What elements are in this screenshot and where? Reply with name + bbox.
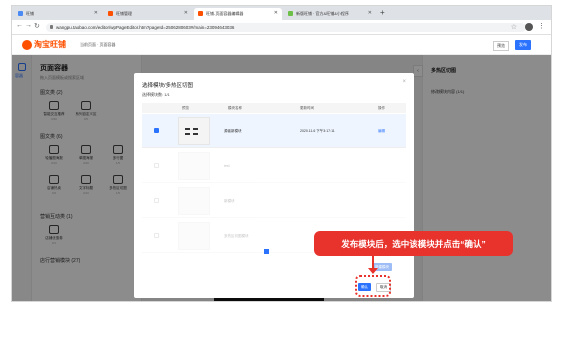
module-thumbnail (178, 187, 210, 215)
selected-count: 选择模块数: 1/1 (142, 92, 170, 97)
address-bar: ← → ↻ wangpu.taobao.com/editor/wpPageEdi… (12, 20, 551, 35)
tab-strip: 旺铺 ✕ 旺铺管理 ✕ 旺铺-页面容器编辑器 ✕ 新版旺铺 · 官方&旺铺&小程… (12, 6, 551, 20)
module-time: 2020.11.6 下午3:17:11 (300, 129, 335, 133)
row-checkbox[interactable] (154, 198, 159, 203)
annotation-highlight-box (355, 275, 391, 297)
browser-window: 旺铺 ✕ 旺铺管理 ✕ 旺铺-页面容器编辑器 ✕ 新版旺铺 · 官方&旺铺&小程… (11, 5, 552, 302)
edit-link[interactable]: 编辑 (378, 129, 385, 134)
close-icon[interactable]: ✕ (94, 10, 98, 16)
table-row[interactable]: 源者新模块 2020.11.6 下午3:17:11 编辑 (142, 114, 406, 148)
menu-kebab-icon[interactable]: ⋮ (538, 22, 545, 30)
tab-label: 新版旺铺 · 官方&旺铺&小程序 (296, 11, 349, 16)
url-text: wangpu.taobao.com/editor/wpPageEditor.ht… (56, 25, 235, 30)
pagination-current[interactable] (264, 249, 269, 254)
module-thumbnail (178, 152, 210, 180)
close-icon[interactable]: ✕ (274, 10, 278, 16)
table-header: 预览 模块名称 更新时间 操作 (142, 103, 406, 113)
logo: 淘宝旺铺 (22, 39, 66, 50)
tab-label: 旺铺管理 (116, 11, 132, 16)
tab-label: 旺铺 (26, 11, 34, 16)
forward-icon[interactable]: → (25, 22, 32, 29)
preview-button[interactable]: 预览 (493, 41, 509, 51)
browser-tab-2[interactable]: 旺铺管理 ✕ (104, 8, 192, 20)
module-name: 多热区切图模块 (224, 234, 249, 238)
table-row[interactable]: 新模块 (142, 184, 406, 218)
annotation-callout: 发布模块后，选中该模块并点击“确认” (314, 231, 513, 256)
row-checkbox[interactable] (154, 163, 159, 168)
browser-tab-4[interactable]: 新版旺铺 · 官方&旺铺&小程序 ✕ (284, 8, 376, 20)
lock-icon (50, 25, 53, 29)
reload-icon[interactable]: ↻ (34, 22, 40, 30)
column-header: 模块名称 (228, 106, 242, 110)
taobao-logo-icon (22, 39, 32, 50)
tab-label: 旺铺-页面容器编辑器 (206, 11, 244, 16)
account-avatar[interactable] (525, 23, 533, 31)
close-icon[interactable]: ✕ (184, 10, 188, 16)
close-icon[interactable]: × (402, 79, 406, 85)
dialog-title: 选择模块/多热区切图 (142, 83, 194, 89)
table-row[interactable]: test (142, 149, 406, 183)
module-name: test (224, 164, 230, 168)
row-checkbox[interactable] (154, 128, 159, 133)
column-header: 操作 (378, 106, 385, 110)
tab-favicon (198, 11, 203, 16)
module-thumbnail (178, 117, 210, 145)
publish-button[interactable]: 发布 (515, 40, 531, 50)
app-header: 淘宝旺铺 当前页面 · 页面容器 预览 发布 (12, 35, 551, 55)
back-icon[interactable]: ← (16, 22, 23, 29)
module-name: 源者新模块 (224, 129, 242, 133)
tab-favicon (18, 11, 23, 16)
browser-tab-1[interactable]: 旺铺 ✕ (14, 8, 102, 20)
module-name: 新模块 (224, 199, 235, 203)
star-icon[interactable]: ☆ (511, 23, 517, 31)
row-checkbox[interactable] (154, 233, 159, 238)
url-field[interactable]: wangpu.taobao.com/editor/wpPageEditor.ht… (46, 23, 526, 32)
tab-favicon (108, 11, 113, 16)
close-icon[interactable]: ✕ (368, 10, 372, 16)
logo-text: 淘宝旺铺 (34, 40, 66, 49)
module-thumbnail (178, 222, 210, 250)
column-header: 更新时间 (300, 106, 314, 110)
browser-tab-3[interactable]: 旺铺-页面容器编辑器 ✕ (194, 8, 282, 20)
new-tab-button[interactable]: + (380, 8, 385, 17)
column-header: 预览 (182, 106, 189, 110)
annotation-arrow-head (368, 268, 378, 274)
header-breadcrumb[interactable]: 当前页面 · 页面容器 (80, 42, 116, 48)
tab-favicon (288, 11, 293, 16)
